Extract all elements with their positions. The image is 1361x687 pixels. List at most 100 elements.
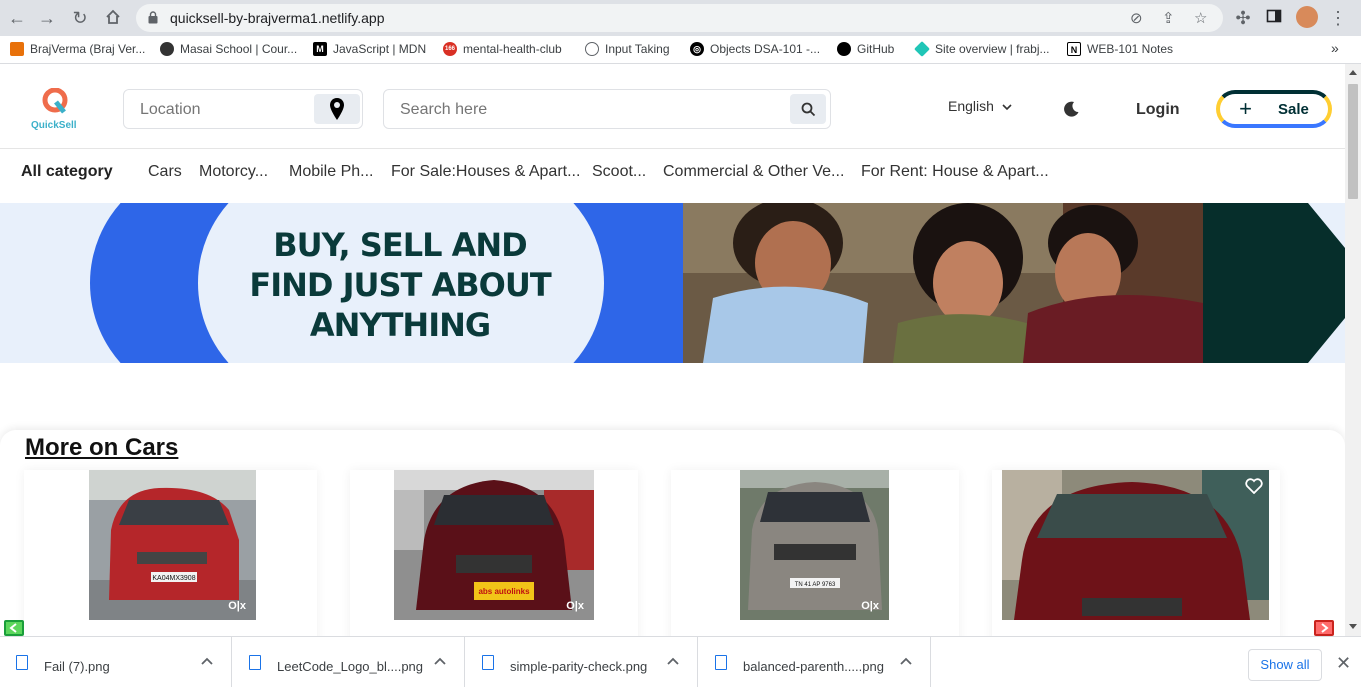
language-select[interactable]: English <box>948 98 1012 114</box>
carousel-next-button[interactable] <box>1314 620 1334 636</box>
bookmark-item[interactable]: M JavaScript | MDN <box>313 42 426 56</box>
category-cars[interactable]: Cars <box>148 163 182 181</box>
github-icon <box>837 42 851 56</box>
car-card[interactable]: TN 41 AP 9763 O|x <box>671 470 959 636</box>
download-item[interactable]: LeetCode_Logo_bl....png <box>233 637 465 687</box>
sale-label: Sale <box>1278 100 1309 118</box>
bookmark-item[interactable]: Masai School | Cour... <box>160 42 297 56</box>
map-pin-icon <box>330 98 344 120</box>
location-pin-button[interactable] <box>314 94 360 124</box>
category-bar: All category Cars Motorcy... Mobile Ph..… <box>0 149 1345 203</box>
login-link[interactable]: Login <box>1136 101 1180 119</box>
category-scooters[interactable]: Scoot... <box>592 163 646 181</box>
scroll-up-icon[interactable] <box>1349 70 1357 75</box>
share-icon[interactable]: ⇪ <box>1162 9 1175 27</box>
file-icon <box>249 655 261 670</box>
banner-headline: BUY, SELL AND FIND JUST ABOUT ANYTHING <box>249 226 551 344</box>
scroll-down-icon[interactable] <box>1349 624 1357 629</box>
maroon-suzuki-alto-photo <box>1002 470 1269 620</box>
banner-arrow-shape <box>1308 203 1345 363</box>
bookmark-item[interactable]: 166 mental-health-club <box>443 42 562 56</box>
menu-kebab-icon[interactable]: ⋮ <box>1328 8 1348 28</box>
address-bar[interactable]: quicksell-by-brajverma1.netlify.app ⊘ ⇪ … <box>136 4 1223 32</box>
search-field[interactable] <box>383 89 831 129</box>
chevron-up-icon[interactable] <box>900 657 912 665</box>
bookmark-item[interactable]: Input Taking <box>585 42 670 56</box>
chevron-left-icon <box>9 623 17 633</box>
home-icon[interactable] <box>103 8 123 28</box>
location-field[interactable] <box>123 89 363 129</box>
badge-166-icon: 166 <box>443 42 457 56</box>
favorite-heart-icon[interactable] <box>1245 478 1263 494</box>
all-category-link[interactable]: All category <box>21 163 113 181</box>
forward-icon[interactable]: → <box>37 8 57 28</box>
quicksell-logo[interactable]: QuickSell <box>28 88 84 131</box>
back-icon[interactable]: ← <box>7 8 27 28</box>
car-card[interactable] <box>992 470 1280 636</box>
hero-banner[interactable]: BUY, SELL AND FIND JUST ABOUT ANYTHING <box>0 203 1345 363</box>
more-on-cars-section: More on Cars KA04MX3908 O|x abs autolink… <box>0 430 1345 636</box>
car-card[interactable]: abs autolinks O|x <box>350 470 638 636</box>
download-item[interactable]: simple-parity-check.png <box>466 637 698 687</box>
bookmark-item[interactable]: ◎ Objects DSA-101 -... <box>690 42 820 56</box>
bitbucket-icon <box>10 42 24 56</box>
carousel-prev-button[interactable] <box>4 620 24 636</box>
category-houses-for-sale[interactable]: For Sale:Houses & Apart... <box>391 163 580 181</box>
location-input[interactable] <box>140 101 310 119</box>
grey-vitara-brezza-photo: TN 41 AP 9763 <box>740 470 889 620</box>
plus-icon: + <box>1239 96 1252 121</box>
search-input[interactable] <box>400 101 780 119</box>
dark-mode-moon-icon[interactable] <box>1062 100 1080 118</box>
bookmark-item[interactable]: Site overview | frabj... <box>914 41 1050 57</box>
search-button[interactable] <box>790 94 826 124</box>
olx-watermark: O|x <box>228 600 246 612</box>
category-mobile-phones[interactable]: Mobile Ph... <box>289 163 373 181</box>
url-text: quicksell-by-brajverma1.netlify.app <box>170 10 385 26</box>
download-filename: Fail (7).png <box>44 659 110 674</box>
side-panel-icon[interactable] <box>1264 8 1284 28</box>
car-image: TN 41 AP 9763 O|x <box>740 470 889 620</box>
bookmarks-bar: BrajVerma (Braj Ver... Masai School | Co… <box>0 36 1361 64</box>
download-filename: balanced-parenth.....png <box>743 659 884 674</box>
search-icon <box>801 102 816 117</box>
file-icon <box>715 655 727 670</box>
sale-button[interactable]: + Sale <box>1216 90 1332 128</box>
bookmark-item[interactable]: GitHub <box>837 42 894 56</box>
page-content: QuickSell English Login + Sale <box>0 64 1345 636</box>
close-icon[interactable]: ✕ <box>1336 653 1351 674</box>
chevron-up-icon[interactable] <box>434 657 446 665</box>
star-icon[interactable]: ☆ <box>1194 9 1207 27</box>
bookmark-item[interactable]: BrajVerma (Braj Ver... <box>10 42 145 56</box>
olx-watermark: O|x <box>566 600 584 612</box>
file-icon <box>482 655 494 670</box>
more-bookmarks-button[interactable]: » <box>1331 40 1339 56</box>
download-item[interactable]: Fail (7).png <box>0 637 232 687</box>
svg-text:KA04MX3908: KA04MX3908 <box>152 575 195 582</box>
extensions-icon[interactable]: ✣ <box>1233 8 1253 28</box>
show-all-downloads-button[interactable]: Show all <box>1248 649 1322 681</box>
category-commercial-vehicles[interactable]: Commercial & Other Ve... <box>663 163 844 181</box>
banner-people-photo <box>683 203 1203 363</box>
chevron-up-icon[interactable] <box>667 657 679 665</box>
scroll-thumb[interactable] <box>1348 84 1358 199</box>
netlify-icon <box>914 41 930 57</box>
chevron-up-icon[interactable] <box>201 657 213 665</box>
browser-toolbar: ← → ↻ quicksell-by-brajverma1.netlify.ap… <box>0 0 1361 36</box>
car-image <box>1002 470 1269 620</box>
car-image: KA04MX3908 O|x <box>89 470 256 620</box>
page-scrollbar[interactable] <box>1345 64 1361 636</box>
bookmark-item[interactable]: N WEB-101 Notes <box>1067 42 1173 56</box>
download-filename: simple-parity-check.png <box>510 659 648 674</box>
category-motorcycles[interactable]: Motorcy... <box>199 163 268 181</box>
download-item[interactable]: balanced-parenth.....png <box>699 637 931 687</box>
reload-icon[interactable]: ↻ <box>70 8 90 28</box>
category-houses-for-rent[interactable]: For Rent: House & Apart... <box>861 163 1049 181</box>
car-card[interactable]: KA04MX3908 O|x <box>24 470 317 636</box>
profile-avatar[interactable] <box>1296 6 1318 28</box>
car-image: abs autolinks O|x <box>394 470 594 620</box>
section-title[interactable]: More on Cars <box>25 434 178 462</box>
eye-slash-icon[interactable]: ⊘ <box>1130 9 1143 27</box>
notion-icon: N <box>1067 42 1081 56</box>
olx-watermark: O|x <box>861 600 879 612</box>
svg-text:TN 41 AP 9763: TN 41 AP 9763 <box>795 582 836 588</box>
